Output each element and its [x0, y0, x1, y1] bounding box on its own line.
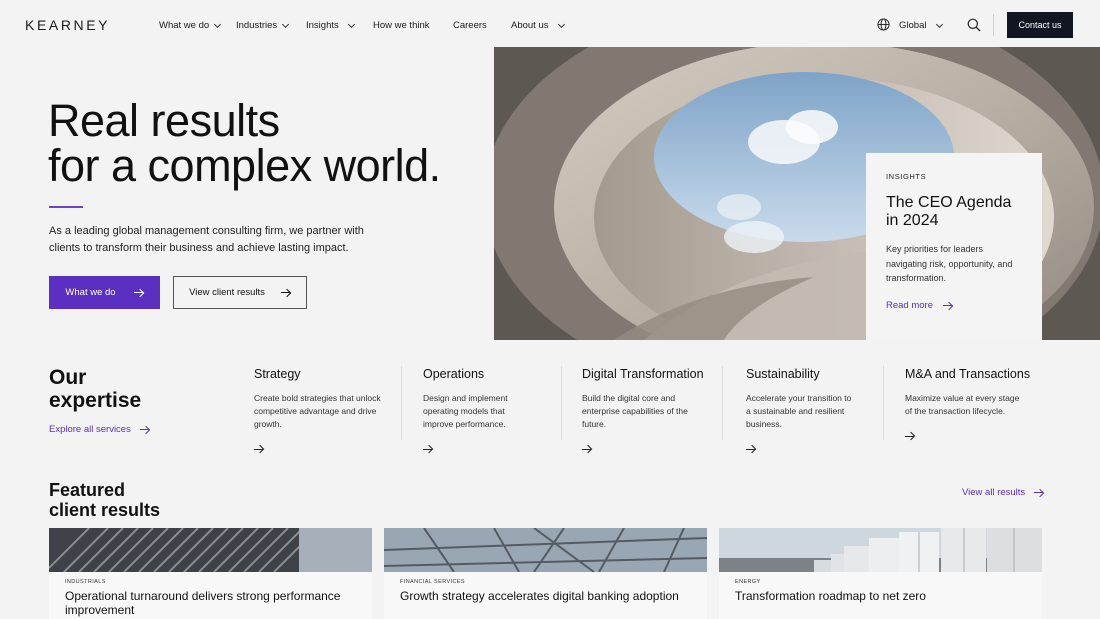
chevron-down-icon: [214, 20, 222, 28]
expertise-description: Create bold strategies that unlock compe…: [254, 393, 381, 429]
hero-description: As a leading global management consultin…: [49, 225, 364, 254]
insight-description: Key priorities for leaders navigating ri…: [886, 244, 1013, 283]
arrow-right-icon[interactable]: [905, 432, 915, 440]
hero-title-line: Real results: [48, 95, 280, 146]
result-eyebrow: INDUSTRIALS: [65, 579, 106, 585]
button-label: What we do: [65, 287, 116, 298]
nav-item-label: Careers: [453, 20, 487, 31]
explore-all-services-link[interactable]: Explore all services: [49, 424, 150, 435]
nav-divider: [993, 14, 994, 36]
expertise-item-sustainability[interactable]: Sustainability Accelerate your transitio…: [746, 367, 858, 458]
nav-item-what-we-do[interactable]: What we do: [159, 20, 222, 31]
nav-item-careers[interactable]: Careers: [453, 20, 487, 31]
read-more-link[interactable]: Read more: [886, 300, 953, 311]
featured-heading: Featured client results: [49, 480, 160, 520]
chevron-down-icon: [347, 20, 355, 28]
heading-line: expertise: [49, 389, 142, 412]
expertise-description: Maximize value at every stage of the tra…: [905, 393, 1020, 416]
expertise-item-operations[interactable]: Operations Design and implement operatin…: [423, 367, 533, 458]
chevron-down-icon: [557, 20, 565, 28]
divider: [883, 366, 884, 440]
nav-item-label: What we do: [159, 20, 210, 31]
result-eyebrow: FINANCIAL SERVICES: [400, 579, 465, 585]
result-card[interactable]: FINANCIAL SERVICES Growth strategy accel…: [384, 528, 707, 619]
view-client-results-button[interactable]: View client results: [173, 276, 307, 309]
arrow-right-icon: [133, 289, 144, 297]
insight-card[interactable]: INSIGHTS The CEO Agenda in 2024 Key prio…: [866, 153, 1042, 340]
chevron-down-icon: [282, 20, 290, 28]
arrow-right-icon: [1034, 489, 1044, 497]
expertise-description: Design and implement operating models th…: [423, 393, 508, 429]
expertise-description: Accelerate your transition to a sustaina…: [746, 393, 852, 429]
nav-item-label: How we think: [373, 20, 430, 31]
hero-title-line: for a complex world.: [48, 140, 441, 191]
arrow-right-icon[interactable]: [423, 445, 433, 453]
result-card[interactable]: INDUSTRIALS Operational turnaround deliv…: [49, 528, 372, 619]
arrow-right-icon: [943, 302, 953, 310]
nav-item-about-us[interactable]: About us: [511, 20, 565, 31]
nav-item-insights[interactable]: Insights: [306, 20, 355, 31]
result-title: Growth strategy accelerates digital bank…: [400, 589, 679, 603]
nav-item-label: Insights: [306, 20, 339, 31]
nav-item-how-we-think[interactable]: How we think: [373, 20, 430, 31]
view-all-results-link[interactable]: View all results: [962, 487, 1044, 498]
expertise-title: Strategy: [254, 367, 301, 381]
link-label: Read more: [886, 300, 933, 311]
chevron-down-icon: [936, 20, 944, 28]
expertise-title: Operations: [423, 367, 485, 381]
nav-item-label: Industries: [236, 20, 278, 31]
top-nav: KEARNEY What we do Industries Insights H…: [0, 0, 1100, 47]
divider: [401, 366, 402, 440]
kearney-logo[interactable]: KEARNEY: [25, 17, 110, 33]
divider: [561, 366, 562, 440]
hero-accent-rule: [49, 206, 83, 208]
expertise-title: Digital Transformation: [582, 367, 704, 381]
heading-line: client results: [49, 500, 161, 520]
expertise-item-strategy[interactable]: Strategy Create bold strategies that unl…: [254, 367, 384, 458]
expertise-item-digital-transformation[interactable]: Digital Transformation Build the digital…: [582, 367, 707, 458]
hero-title: Real results for a complex world.: [48, 98, 441, 188]
arrow-right-icon[interactable]: [582, 445, 592, 453]
contact-us-button[interactable]: Contact us: [1007, 12, 1073, 38]
arrow-right-icon: [139, 426, 150, 434]
result-title: Operational turnaround delivers strong p…: [65, 589, 341, 617]
result-card[interactable]: ENERGY Transformation roadmap to net zer…: [719, 528, 1042, 619]
divider: [722, 366, 723, 440]
insight-eyebrow: INSIGHTS: [886, 172, 927, 181]
result-title: Transformation roadmap to net zero: [735, 589, 926, 603]
expertise-description: Build the digital core and enterprise ca…: [582, 393, 688, 429]
result-card-image: [49, 528, 372, 572]
region-selector[interactable]: Global: [899, 20, 944, 31]
link-label: Explore all services: [49, 424, 131, 435]
result-eyebrow: ENERGY: [735, 579, 761, 585]
globe-icon[interactable]: [877, 18, 890, 31]
what-we-do-button[interactable]: What we do: [49, 276, 160, 309]
result-card-image: [384, 528, 707, 572]
expertise-title: M&A and Transactions: [905, 367, 1031, 381]
heading-line: Featured: [49, 480, 126, 500]
result-card-image: [719, 528, 1042, 572]
expertise-heading: Our expertise: [49, 366, 141, 412]
link-label: View all results: [962, 487, 1026, 498]
arrow-right-icon[interactable]: [746, 445, 756, 453]
nav-item-label: About us: [511, 20, 549, 31]
insight-title: The CEO Agenda in 2024: [886, 194, 1012, 229]
heading-line: Our: [49, 366, 87, 389]
arrow-right-icon[interactable]: [254, 445, 264, 453]
region-label: Global: [899, 20, 927, 31]
expertise-title: Sustainability: [746, 367, 820, 381]
expertise-item-m-and-a[interactable]: M&A and Transactions Maximize value at e…: [905, 367, 1031, 445]
search-icon[interactable]: [967, 18, 981, 32]
button-label: View client results: [189, 287, 265, 298]
arrow-right-icon: [280, 289, 291, 297]
nav-item-industries[interactable]: Industries: [236, 20, 290, 31]
